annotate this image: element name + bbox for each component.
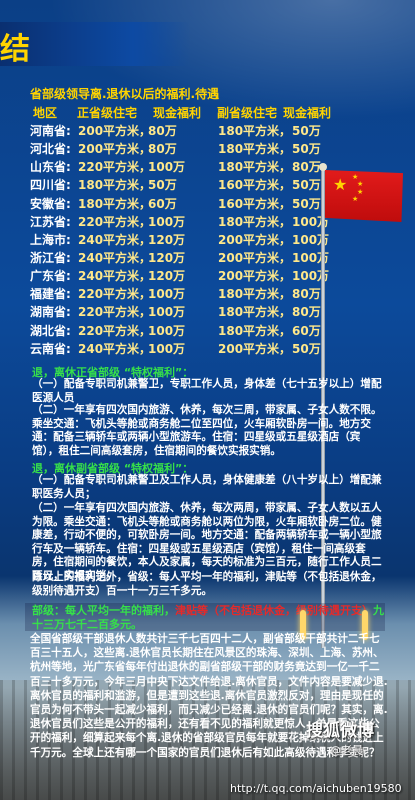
cell-full-cash: 120万 [148, 269, 186, 284]
watermark-brand: 搜狐微博 [306, 721, 374, 741]
table-row: 河南省: 200平方米， 80万 180平方米， 50万 [28, 121, 358, 139]
cell-full-housing: 200平方米， [78, 124, 152, 138]
cell-full-cash: 50万 [148, 178, 177, 193]
small-star-icon: ★ [352, 195, 359, 203]
column-header-region: 地区 [33, 106, 58, 120]
cell-region: 上海市: [30, 232, 71, 247]
cell-deputy-cash: 50万 [292, 124, 321, 138]
cell-full-housing: 220平方米， [78, 214, 152, 229]
cell-full-housing: 240平方米， [78, 269, 152, 284]
cell-region: 河南省: [30, 124, 71, 138]
cell-region: 福建省: [30, 287, 71, 302]
column-header-deputy-housing: 副省级住宅 [217, 106, 278, 120]
benefits-table: 河南省: 200平方米， 80万 180平方米， 50万 河北省: 200平方米， 80万 1… [28, 121, 358, 357]
cell-region: 广东省: [30, 269, 71, 284]
cell-deputy-cash: 50万 [292, 341, 321, 356]
cell-deputy-housing: 200平方米， [218, 250, 292, 265]
cell-deputy-housing: 180平方米， [218, 160, 292, 175]
cell-full-cash: 100万 [148, 305, 186, 320]
cell-full-cash: 120万 [148, 232, 186, 247]
deputy-benefits-item-1: （一）配备专职司机兼警卫及工作人员，身体健康差（八十岁以上）增配兼职医务人员； [32, 474, 382, 500]
cell-region: 四川省: [30, 178, 71, 193]
table-row: 福建省: 220平方米， 100万 180平方米， 80万 [28, 284, 358, 302]
watermark-handle: @老晨 [330, 744, 363, 757]
deputy-benefits-item-3: 除以上的福利之外，省级：每人平均一年的福利，津贴等（不包括退休金，级别待遇开支）… [32, 571, 382, 597]
cell-full-housing: 240平方米， [78, 232, 152, 247]
retired-benefits-item-1: （一）配备专职司机兼警卫，专职工作人员，身体差（七十五岁以上）增配医源人员 [32, 378, 382, 404]
table-header-row: 地区 正省级住宅 现金福利 副省级住宅 现金福利 [31, 104, 361, 120]
table-row: 山东省: 220平方米， 100万 180平方米， 80万 [28, 157, 358, 175]
cell-full-housing: 180平方米， [78, 196, 152, 211]
column-header-full-housing: 正省级住宅 [77, 106, 138, 120]
cell-full-cash: 100万 [148, 323, 186, 338]
large-star-icon: ★ [333, 175, 348, 194]
cell-deputy-cash: 80万 [292, 305, 321, 320]
table-row: 河北省: 200平方米， 80万 180平方米， 50万 [28, 139, 358, 157]
cell-full-housing: 240平方米， [78, 341, 152, 356]
cell-region: 江苏省: [30, 214, 71, 229]
table-row: 浙江省: 240平方米， 120万 200平方米， 100万 [28, 248, 358, 266]
table-row: 湖北省: 220平方米， 100万 180平方米， 60万 [28, 321, 358, 339]
section-heading: 省部级领导离.退休以后的福利.待遇 [30, 87, 220, 101]
retired-benefits-item-2: （二）一年享有四次国内旅游、休养，每次三周，带家属、子女人数不限。乘坐交通：飞机… [32, 404, 382, 457]
table-row: 云南省: 240平方米， 100万 200平方米， 50万 [28, 339, 358, 357]
cell-full-cash: 100万 [148, 160, 186, 175]
cell-full-cash: 80万 [148, 124, 177, 138]
cell-deputy-cash: 80万 [292, 287, 321, 302]
cell-deputy-cash: 80万 [292, 160, 321, 175]
cell-deputy-housing: 160平方米， [218, 196, 292, 211]
cell-region: 湖南省: [30, 305, 71, 320]
flag-icon: ★ ★ ★ ★ ★ [325, 170, 403, 222]
cell-deputy-housing: 160平方米， [218, 178, 292, 193]
cell-deputy-housing: 200平方米， [218, 232, 292, 247]
cell-region: 安徽省: [30, 196, 71, 211]
cell-full-cash: 100万 [148, 341, 186, 356]
column-header-deputy-cash: 现金福利 [283, 106, 332, 120]
watermark-url: http://t.qq.com/aichuben19580 [230, 782, 402, 795]
column-header-full-cash: 现金福利 [153, 106, 202, 120]
cell-full-housing: 220平方米， [78, 305, 152, 320]
table-row: 四川省: 180平方米， 50万 160平方米， 50万 [28, 175, 358, 193]
note-red-text: 津贴等（不包括退休金，级别待遇开支） [175, 604, 373, 617]
table-row: 广东省: 240平方米， 120万 200平方米， 100万 [28, 266, 358, 284]
cell-full-housing: 220平方米， [78, 160, 152, 175]
table-row: 上海市: 240平方米， 120万 200平方米， 100万 [28, 230, 358, 248]
cell-deputy-cash: 50万 [292, 196, 321, 211]
cell-full-cash: 100万 [148, 287, 186, 302]
cell-region: 云南省: [30, 341, 71, 356]
cell-deputy-housing: 180平方米， [218, 142, 292, 157]
cell-region: 湖北省: [30, 323, 71, 338]
cell-deputy-housing: 180平方米， [218, 323, 292, 338]
cell-full-housing: 220平方米， [78, 323, 152, 338]
cell-region: 浙江省: [30, 250, 71, 265]
table-row: 湖南省: 220平方米， 100万 180平方米， 80万 [28, 302, 358, 320]
cell-full-cash: 60万 [148, 196, 177, 211]
cell-full-housing: 240平方米， [78, 250, 152, 265]
cell-deputy-cash: 60万 [292, 323, 321, 338]
cell-full-cash: 80万 [148, 142, 177, 157]
cell-deputy-housing: 180平方米， [218, 287, 292, 302]
small-star-icon: ★ [357, 180, 364, 188]
note-prefix: 部级：每人平均一年的福利， [32, 604, 175, 617]
cell-deputy-housing: 180平方米， [218, 124, 292, 138]
cell-full-housing: 180平方米， [78, 178, 152, 193]
cell-deputy-housing: 200平方米， [218, 269, 292, 284]
cell-full-housing: 220平方米， [78, 287, 152, 302]
cell-deputy-housing: 200平方米， [218, 341, 292, 356]
cell-deputy-cash: 50万 [292, 178, 321, 193]
cell-deputy-housing: 180平方米， [218, 305, 292, 320]
cell-region: 河北省: [30, 142, 71, 157]
cell-deputy-housing: 180平方米， [218, 214, 292, 229]
table-row: 安徽省: 180平方米， 60万 160平方米， 50万 [28, 194, 358, 212]
flagpole-finial [319, 163, 327, 171]
cell-deputy-cash: 50万 [292, 142, 321, 157]
cell-full-cash: 120万 [148, 250, 186, 265]
cell-full-housing: 200平方米， [78, 142, 152, 157]
page-title: 结 [0, 32, 32, 67]
table-row: 江苏省: 220平方米， 100万 180平方米， 100万 [28, 212, 358, 230]
ministerial-note: 部级：每人平均一年的福利，津贴等（不包括退休金，级别待遇开支）九十三万七千二百多… [32, 604, 392, 632]
cell-region: 山东省: [30, 160, 71, 175]
cell-full-cash: 100万 [148, 214, 186, 229]
